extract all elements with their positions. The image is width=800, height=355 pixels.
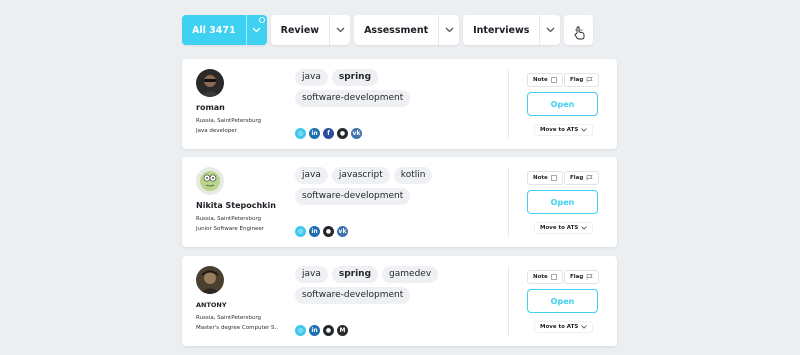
flag-button[interactable]: Flag (564, 73, 600, 87)
candidate-card[interactable]: ANTONY Russia, SaintPetersburg Master's … (182, 256, 617, 346)
open-button[interactable]: Open (527, 190, 598, 214)
linkedin-icon[interactable]: in (309, 226, 320, 237)
flag-label: Flag (570, 175, 584, 181)
chevron-down-icon (581, 325, 588, 329)
tag[interactable]: java (295, 266, 328, 283)
tag[interactable]: software-development (295, 287, 411, 304)
facebook-icon[interactable]: f (323, 128, 334, 139)
tag-list: java spring software-development (295, 69, 495, 107)
vk-icon[interactable]: vk (337, 226, 348, 237)
candidate-meta: Russia, SaintPetersburg Master's degree … (196, 314, 278, 333)
note-icon (550, 274, 557, 280)
flag-label: Flag (570, 77, 584, 83)
avatar (196, 167, 224, 195)
candidate-card[interactable]: Nikita Stepochkin Russia, SaintPetersbur… (182, 157, 617, 247)
linkedin-icon[interactable]: in (309, 128, 320, 139)
note-label: Note (533, 175, 548, 181)
candidate-meta: Russia, SaintPetersburg Junior Software … (196, 215, 278, 234)
tag[interactable]: javascript (331, 167, 390, 184)
note-icon (550, 77, 557, 83)
note-label: Note (533, 274, 548, 280)
candidate-name[interactable]: ANTONY (196, 301, 227, 309)
candidate-title: Java developer (196, 127, 237, 134)
filter-all[interactable]: All 3471 (182, 15, 267, 45)
flag-icon (586, 274, 593, 280)
tag[interactable]: software-development (295, 188, 411, 205)
filter-interviews[interactable]: Interviews (463, 15, 561, 45)
website-icon[interactable]: ◎ (295, 128, 306, 139)
tag-list: java javascript kotlin software-developm… (295, 167, 495, 205)
chevron-down-icon (581, 226, 588, 230)
candidate-location: Russia, SaintPetersburg (196, 216, 262, 222)
move-to-ats-label: Move to ATS (540, 225, 579, 231)
filter-all-label: All 3471 (192, 24, 236, 36)
candidate-name[interactable]: Nikita Stepochkin (196, 201, 276, 210)
website-icon[interactable]: ◎ (295, 226, 306, 237)
note-label: Note (533, 77, 548, 83)
tag[interactable]: software-development (295, 90, 411, 107)
github-icon[interactable]: ● (323, 226, 334, 237)
flag-icon (586, 175, 593, 181)
flag-icon (586, 77, 593, 83)
chevron-down-icon (581, 128, 588, 132)
move-to-ats-button[interactable]: Move to ATS (534, 124, 594, 136)
candidate-location: Russia, SaintPetersburg (196, 118, 262, 124)
website-icon[interactable]: ◎ (295, 325, 306, 336)
flag-label: Flag (570, 274, 584, 280)
move-to-ats-button[interactable]: Move to ATS (534, 222, 594, 234)
hand-cursor-icon (574, 26, 585, 40)
filter-assessment[interactable]: Assessment (354, 15, 460, 45)
medium-icon[interactable]: M (337, 325, 348, 336)
candidate-meta: Russia, SaintPetersburg Java developer (196, 117, 278, 136)
avatar (196, 266, 224, 294)
chevron-down-icon[interactable] (539, 15, 560, 45)
candidate-name[interactable]: roman (196, 103, 225, 112)
add-filter-button[interactable] (564, 15, 594, 45)
avatar (196, 69, 224, 97)
tag[interactable]: java (295, 69, 328, 86)
note-button[interactable]: Note (527, 73, 563, 87)
move-to-ats-button[interactable]: Move to ATS (534, 321, 594, 333)
divider (508, 167, 509, 237)
tag[interactable]: spring (331, 69, 379, 86)
move-to-ats-label: Move to ATS (540, 127, 579, 133)
open-button[interactable]: Open (527, 92, 598, 116)
social-links: ◎ in ● M (295, 325, 348, 336)
filter-bar: All 3471 Review Assessment Interviews (182, 15, 594, 45)
indicator-dot-icon (258, 17, 265, 23)
github-icon[interactable]: ● (337, 128, 348, 139)
candidate-title: Junior Software Engineer (196, 225, 264, 232)
tag[interactable]: spring (331, 266, 379, 283)
vk-icon[interactable]: vk (351, 128, 362, 139)
divider (508, 266, 509, 336)
tag[interactable]: java (295, 167, 328, 184)
github-icon[interactable]: ● (323, 325, 334, 336)
candidate-location: Russia, SaintPetersburg (196, 315, 262, 321)
filter-review-label: Review (280, 24, 320, 36)
filter-review[interactable]: Review (270, 15, 351, 45)
note-button[interactable]: Note (527, 171, 563, 185)
chevron-down-icon[interactable] (329, 15, 350, 45)
note-button[interactable]: Note (527, 270, 563, 284)
linkedin-icon[interactable]: in (309, 325, 320, 336)
divider (508, 69, 509, 139)
social-links: ◎ in ● vk (295, 226, 348, 237)
candidate-title: Master's degree Computer S... (196, 324, 278, 331)
open-button[interactable]: Open (527, 289, 598, 313)
flag-button[interactable]: Flag (564, 270, 600, 284)
move-to-ats-label: Move to ATS (540, 324, 579, 330)
tag[interactable]: kotlin (393, 167, 433, 184)
note-icon (550, 175, 557, 181)
filter-interviews-label: Interviews (473, 24, 530, 36)
tag-list: java spring gamedev software-development (295, 266, 495, 304)
tag[interactable]: gamedev (382, 266, 439, 283)
flag-button[interactable]: Flag (564, 171, 600, 185)
social-links: ◎ in f ● vk (295, 128, 362, 139)
filter-assessment-label: Assessment (364, 24, 429, 36)
candidate-card[interactable]: roman Russia, SaintPetersburg Java devel… (182, 59, 617, 149)
chevron-down-icon[interactable] (438, 15, 459, 45)
